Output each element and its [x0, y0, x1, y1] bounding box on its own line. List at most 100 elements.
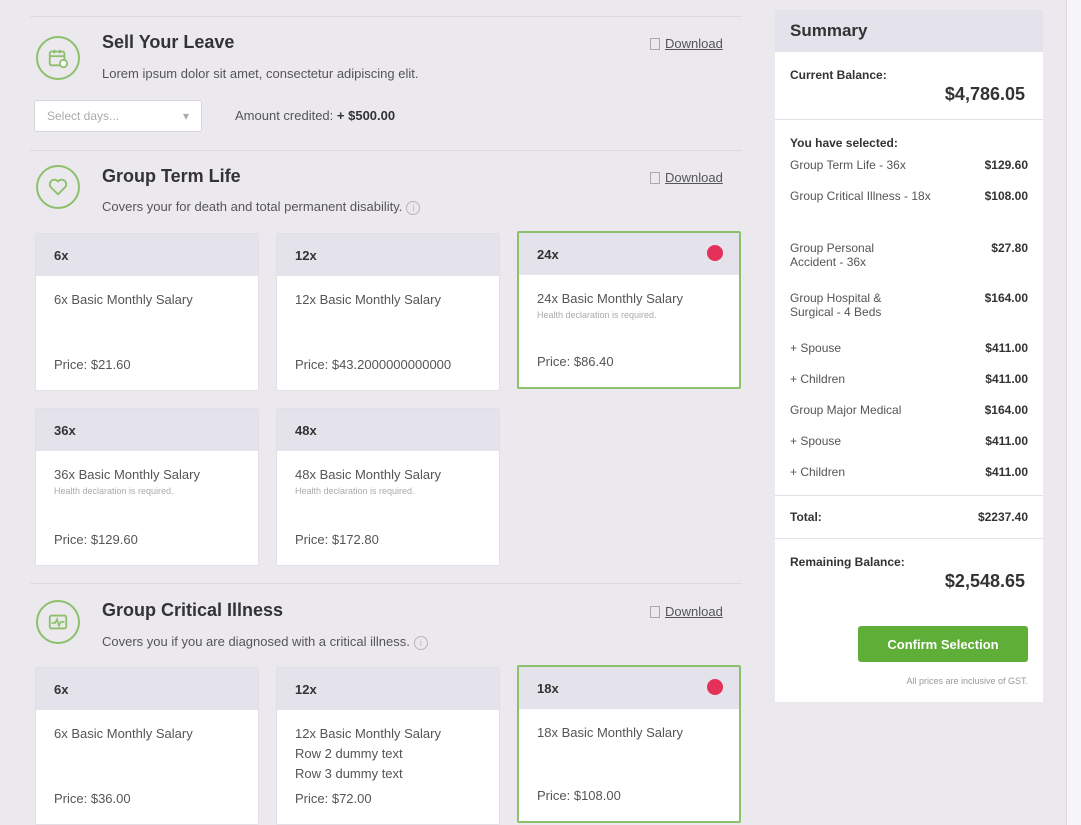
card-description: 36x Basic Monthly Salary [54, 467, 200, 482]
line-name: + Spouse [790, 434, 842, 448]
scrollbar-track[interactable] [1066, 0, 1081, 825]
select-placeholder: Select days... [47, 109, 120, 123]
selected-indicator [707, 679, 723, 695]
line-name: Group Hospital & Surgical - 4 Beds [790, 291, 882, 319]
current-balance-value: $4,786.05 [944, 84, 1025, 104]
option-card-6x[interactable]: 6x 6x Basic Monthly Salary Price: $21.60 [35, 233, 259, 391]
download-label: Download [665, 604, 723, 619]
card-price: Price: $86.40 [537, 354, 614, 369]
card-body: 36x Basic Monthly Salary Health declarat… [36, 451, 258, 511]
info-icon[interactable]: i [413, 635, 428, 650]
summary-line: Group Term Life - 36x $129.60 [775, 158, 1043, 189]
selected-label: You have selected: [790, 136, 898, 150]
total-value: $2237.40 [977, 510, 1028, 524]
option-card-6x[interactable]: 6x 6x Basic Monthly Salary Price: $36.00 [35, 667, 259, 825]
card-header: 18x [519, 667, 739, 709]
card-note: Health declaration is required. [295, 486, 415, 496]
line-name: Group Term Life - 36x [790, 158, 906, 172]
summary-title: Summary [775, 10, 1043, 52]
card-header: 12x [277, 234, 499, 276]
download-link[interactable]: Download [650, 36, 723, 51]
remaining-balance-label: Remaining Balance: [790, 555, 905, 569]
section-description: Lorem ipsum dolor sit amet, consectetur … [102, 66, 419, 81]
summary-line: Group Critical Illness - 18x $108.00 [775, 189, 1043, 241]
card-body: 6x Basic Monthly Salary [36, 710, 258, 758]
confirm-selection-button[interactable]: Confirm Selection [858, 626, 1028, 662]
section-divider [30, 150, 742, 151]
section-title: Group Critical Illness [102, 600, 284, 620]
line-name: Group Critical Illness - 18x [790, 189, 931, 203]
line-value: $411.00 [985, 341, 1028, 355]
card-price: Price: $129.60 [54, 532, 138, 547]
card-header: 12x [277, 668, 499, 710]
total-row: Total: $2237.40 [775, 496, 1043, 538]
remaining-balance-value: $2,548.65 [944, 571, 1025, 591]
download-link[interactable]: Download [650, 604, 723, 619]
section-divider [30, 583, 742, 584]
summary-line: + Spouse $411.00 [775, 341, 1043, 372]
section-description: Covers you if you are diagnosed with a c… [102, 634, 428, 650]
section-title: Group Term Life [102, 166, 241, 186]
line-value: $411.00 [985, 434, 1028, 448]
summary-line: Group Hospital & Surgical - 4 Beds $164.0… [775, 291, 1043, 341]
line-name: Group Major Medical [790, 403, 902, 417]
download-label: Download [665, 170, 723, 185]
card-header-label: 24x [537, 247, 559, 262]
card-price: Price: $43.2000000000000 [295, 357, 452, 372]
card-description: 6x Basic Monthly Salary [54, 292, 193, 307]
card-price: Price: $36.00 [54, 791, 131, 806]
summary-line: + Children $411.00 [775, 372, 1043, 403]
option-card-24x-selected[interactable]: 24x 24x Basic Monthly Salary Health decl… [517, 231, 741, 389]
days-select[interactable]: Select days... ▾ [34, 100, 202, 132]
info-icon[interactable]: i [406, 200, 421, 215]
download-label: Download [665, 36, 723, 51]
option-card-12x[interactable]: 12x 12x Basic Monthly Salary Row 2 dummy… [276, 667, 500, 825]
option-card-18x-selected[interactable]: 18x 18x Basic Monthly Salary Price: $108… [517, 665, 741, 823]
line-value: $108.00 [984, 189, 1028, 203]
line-value: $27.80 [991, 241, 1028, 255]
summary-line: Group Personal Accident - 36x $27.80 [775, 241, 1043, 291]
description-text: Covers your for death and total permanen… [102, 199, 403, 214]
line-value: $164.00 [984, 291, 1028, 305]
gst-note: All prices are inclusive of GST. [906, 676, 1028, 686]
card-description-row: Row 2 dummy text [295, 746, 403, 761]
card-description: 12x Basic Monthly Salary [295, 726, 441, 741]
card-body: 12x Basic Monthly Salary Row 2 dummy tex… [277, 710, 499, 798]
card-price: Price: $172.80 [295, 532, 379, 547]
card-header-label: 18x [537, 681, 559, 696]
option-card-36x[interactable]: 36x 36x Basic Monthly Salary Health decl… [35, 408, 259, 566]
card-header: 6x [36, 668, 258, 710]
summary-line: + Spouse $411.00 [775, 434, 1043, 465]
option-card-12x[interactable]: 12x 12x Basic Monthly Salary Price: $43.… [276, 233, 500, 391]
selected-indicator [707, 245, 723, 261]
document-icon [650, 37, 660, 50]
total-label: Total: [790, 510, 822, 524]
line-name: + Children [790, 465, 846, 479]
line-value: $164.00 [984, 403, 1028, 417]
card-header: 24x [519, 233, 739, 275]
card-description-row: Row 3 dummy text [295, 766, 403, 781]
download-link[interactable]: Download [650, 170, 723, 185]
card-body: 24x Basic Monthly Salary Health declarat… [519, 275, 739, 335]
description-text: Covers you if you are diagnosed with a c… [102, 634, 410, 649]
card-note: Health declaration is required. [537, 310, 657, 320]
card-header: 6x [36, 234, 258, 276]
current-balance-label: Current Balance: [790, 68, 887, 82]
card-body: 48x Basic Monthly Salary Health declarat… [277, 451, 499, 511]
document-icon [650, 171, 660, 184]
card-description: 12x Basic Monthly Salary [295, 292, 441, 307]
summary-line: Group Major Medical $164.00 [775, 403, 1043, 434]
card-description: 6x Basic Monthly Salary [54, 726, 193, 741]
line-name: Group Personal Accident - 36x [790, 241, 875, 269]
amount-label: Amount credited: [235, 108, 334, 123]
benefits-main: Sell Your Leave Lorem ipsum dolor sit am… [0, 0, 760, 825]
card-header: 36x [36, 409, 258, 451]
option-card-48x[interactable]: 48x 48x Basic Monthly Salary Health decl… [276, 408, 500, 566]
line-value: $129.60 [984, 158, 1028, 172]
calendar-icon [36, 36, 80, 80]
heart-icon [36, 165, 80, 209]
document-icon [650, 605, 660, 618]
card-description: 18x Basic Monthly Salary [537, 725, 683, 740]
summary-panel: Summary Current Balance: $4,786.05 You h… [775, 10, 1043, 750]
card-description: 48x Basic Monthly Salary [295, 467, 441, 482]
